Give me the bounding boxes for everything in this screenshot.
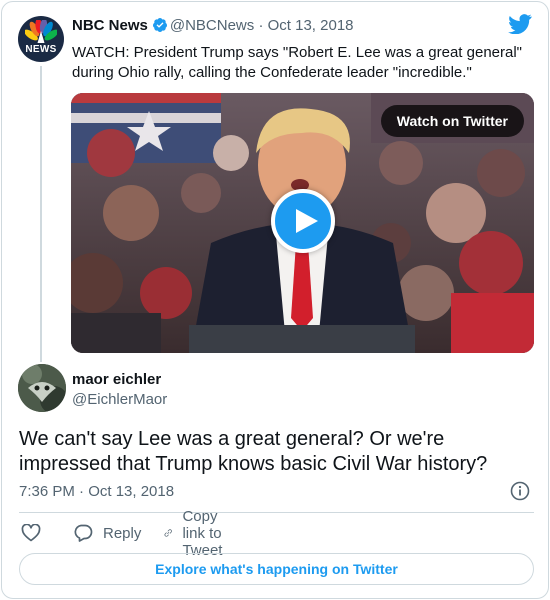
quoted-tweet-header: NBC News @NBCNews · Oct 13, 2018 [72, 17, 354, 34]
thread-connector-line [40, 66, 42, 362]
heart-icon [21, 524, 41, 542]
play-icon [296, 209, 318, 233]
copy-link-button[interactable]: Copy link to Tweet [164, 508, 234, 559]
tweet-embed-card: NEWS NBC News @NBCNews · Oct 13, 2018 WA… [1, 1, 549, 599]
reply-button[interactable]: Reply [73, 520, 141, 546]
tweet-body-text: We can't say Lee was a great general? Or… [19, 428, 488, 475]
user-avatar[interactable] [18, 364, 66, 412]
tweet-author-handle[interactable]: @EichlerMaor [72, 391, 167, 408]
video-thumbnail[interactable]: Watch on Twitter [71, 93, 534, 353]
quoted-author-name[interactable]: NBC News [72, 17, 148, 34]
info-icon[interactable] [510, 481, 530, 501]
quoted-author-handle[interactable]: @NBCNews [170, 17, 254, 34]
nbc-news-avatar[interactable]: NEWS [18, 16, 64, 62]
quoted-tweet-date[interactable]: Oct 13, 2018 [268, 17, 354, 34]
like-button[interactable] [21, 520, 51, 546]
copy-link-label: Copy link to Tweet [182, 507, 223, 559]
avatar-news-label: NEWS [25, 44, 57, 55]
watch-on-twitter-button[interactable]: Watch on Twitter [380, 105, 524, 137]
meta-separator: · [258, 17, 264, 34]
link-icon [164, 529, 172, 537]
play-button[interactable] [271, 189, 335, 253]
quoted-tweet-text: WATCH: President Trump says "Robert E. L… [72, 44, 522, 81]
twitter-bird-icon[interactable] [508, 14, 532, 34]
tweet-timestamp[interactable]: 7:36 PM · Oct 13, 2018 [19, 483, 174, 500]
reply-label: Reply [103, 524, 142, 542]
explore-twitter-button[interactable]: Explore what's happening on Twitter [19, 553, 534, 585]
nbc-peacock-icon [25, 20, 57, 43]
verified-badge-icon [152, 18, 167, 32]
tweet-author-name[interactable]: maor eichler [72, 371, 161, 388]
user-avatar-image [18, 364, 66, 412]
reply-bubble-icon [74, 524, 93, 542]
divider [19, 512, 534, 513]
